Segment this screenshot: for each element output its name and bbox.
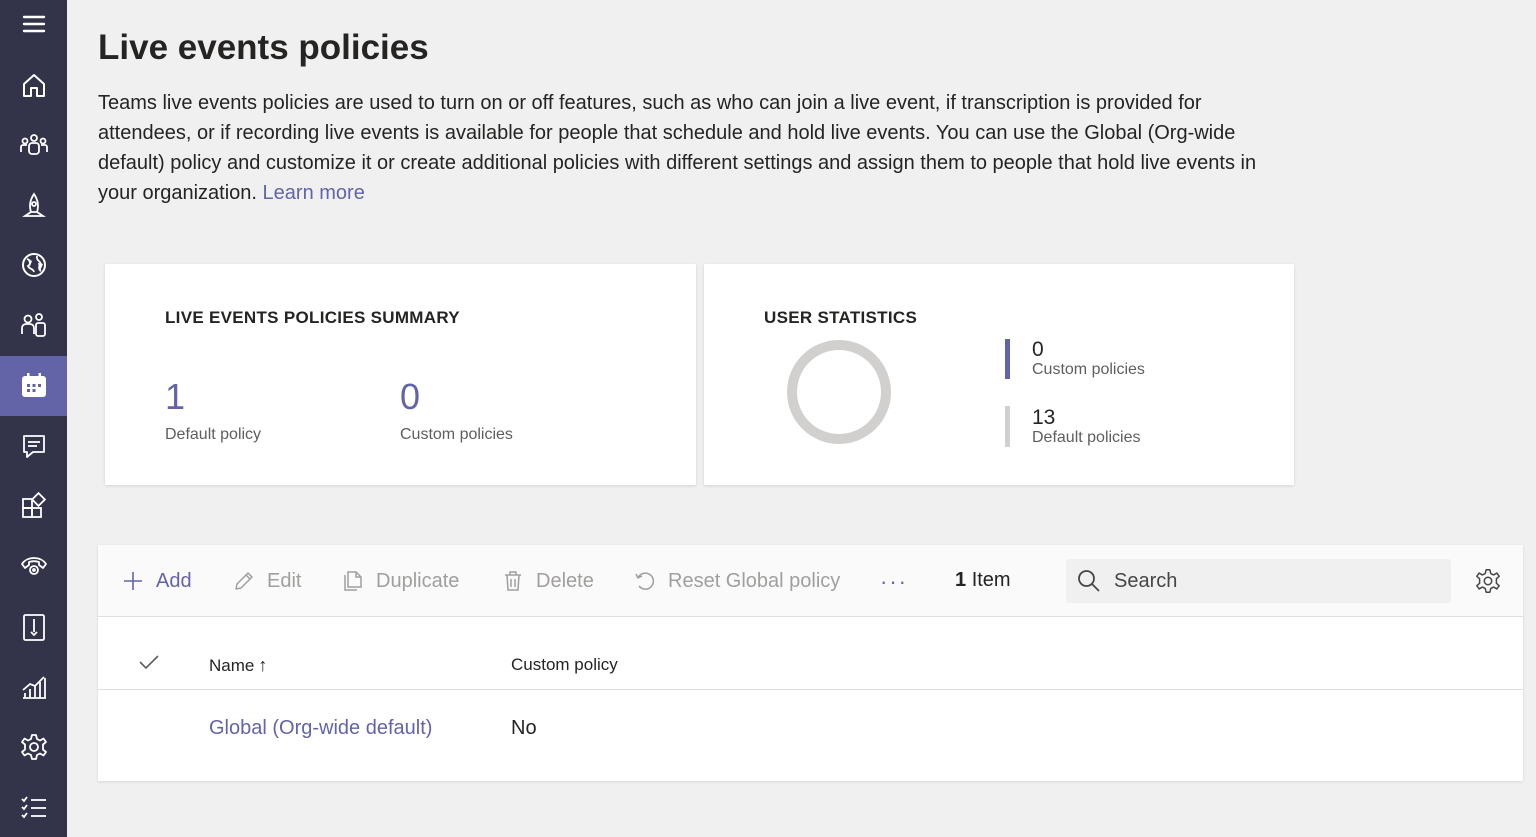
default-policy-count[interactable]: 1 <box>165 376 185 418</box>
rail-item-locations[interactable] <box>0 235 67 295</box>
rail-item-voice[interactable] <box>0 536 67 596</box>
apps-icon <box>21 491 46 518</box>
policies-summary-card: LIVE EVENTS POLICIES SUMMARY 1 Default p… <box>105 264 696 485</box>
rail-item-org-settings[interactable] <box>0 717 67 777</box>
users-icon <box>20 313 46 337</box>
rail-item-messaging[interactable] <box>0 416 67 476</box>
analytics-icon <box>21 676 46 699</box>
column-header-name-label: Name <box>209 656 255 675</box>
add-button-label: Add <box>156 569 192 592</box>
rail-item-analytics[interactable] <box>0 657 67 717</box>
table-settings-icon[interactable] <box>1474 567 1502 595</box>
policy-name-link[interactable]: Global (Org-wide default) <box>209 717 432 740</box>
rail-item-devices[interactable] <box>0 175 67 235</box>
column-header-custom-policy[interactable]: Custom policy <box>511 655 618 675</box>
locations-icon <box>21 253 46 277</box>
stats-custom-count: 0 <box>1032 338 1044 361</box>
meetings-icon <box>21 373 46 397</box>
sort-ascending-icon: ↑ <box>258 655 268 675</box>
stats-custom-label: Custom policies <box>1032 361 1145 378</box>
page-description: Teams live events policies are used to t… <box>98 88 1268 208</box>
learn-more-link[interactable]: Learn more <box>263 182 365 204</box>
search-icon <box>1078 570 1100 592</box>
reset-icon <box>635 572 655 590</box>
teams-icon <box>19 134 48 155</box>
add-button[interactable]: Add <box>122 545 192 617</box>
stats-default-label: Default policies <box>1032 429 1141 446</box>
policy-packages-icon <box>22 614 45 641</box>
search-input[interactable] <box>1114 569 1434 593</box>
item-count-number: 1 <box>955 569 967 591</box>
delete-button-label: Delete <box>536 569 594 592</box>
more-options-button[interactable]: ··· <box>880 569 908 595</box>
custom-policies-label: Custom policies <box>400 426 513 443</box>
home-icon <box>22 74 45 97</box>
rail-item-teams[interactable] <box>0 115 67 175</box>
reset-button-label: Reset Global policy <box>668 569 841 592</box>
planning-icon <box>20 796 46 819</box>
item-count-label: Item <box>971 569 1011 591</box>
messaging-icon <box>22 435 45 458</box>
rail-item-policy-packages[interactable] <box>0 597 67 657</box>
default-policies-legend-bar <box>1005 406 1010 447</box>
rail-item-planning[interactable] <box>0 777 67 837</box>
reset-global-policy-button[interactable]: Reset Global policy <box>634 545 840 617</box>
user-statistics-donut <box>787 340 891 444</box>
default-policy-label: Default policy <box>165 426 262 443</box>
duplicate-icon <box>344 571 362 591</box>
edit-button-label: Edit <box>267 569 302 592</box>
policies-table-panel: Add Edit Duplicate Delete Reset Global p… <box>98 545 1523 781</box>
stats-card-title: USER STATISTICS <box>764 308 918 327</box>
user-statistics-card: USER STATISTICS 0 Custom policies 13 Def… <box>704 264 1294 485</box>
hamburger-menu-button[interactable] <box>0 0 67 54</box>
voice-icon <box>20 557 47 575</box>
settings-icon <box>20 734 47 760</box>
summary-card-title: LIVE EVENTS POLICIES SUMMARY <box>165 308 460 327</box>
column-header-name[interactable]: Name ↑ <box>209 655 267 676</box>
select-all-checkmark-icon[interactable] <box>138 651 160 673</box>
rail-item-apps[interactable] <box>0 476 67 536</box>
donut-default-segment <box>787 340 891 444</box>
delete-button[interactable]: Delete <box>502 545 594 617</box>
header-divider <box>98 689 1523 690</box>
item-count: 1 Item <box>955 569 1011 592</box>
duplicate-button[interactable]: Duplicate <box>342 545 459 617</box>
rail-item-meetings[interactable] <box>0 356 67 416</box>
rail-item-dashboard[interactable] <box>0 55 67 115</box>
search-box[interactable] <box>1066 559 1451 603</box>
app-rail <box>0 0 67 837</box>
custom-policies-count[interactable]: 0 <box>400 376 420 418</box>
duplicate-button-label: Duplicate <box>376 569 460 592</box>
rail-item-users[interactable] <box>0 295 67 355</box>
plus-icon <box>124 572 142 590</box>
devices-icon <box>21 192 46 217</box>
command-bar: Add Edit Duplicate Delete Reset Global p… <box>98 545 1523 617</box>
edit-button[interactable]: Edit <box>233 545 301 617</box>
trash-icon <box>505 571 521 591</box>
stats-default-count: 13 <box>1032 406 1056 429</box>
custom-policies-legend-bar <box>1005 339 1010 379</box>
pencil-icon <box>235 572 253 590</box>
custom-policy-value: No <box>511 717 537 739</box>
hamburger-icon <box>22 15 45 33</box>
page-title: Live events policies <box>98 28 429 67</box>
